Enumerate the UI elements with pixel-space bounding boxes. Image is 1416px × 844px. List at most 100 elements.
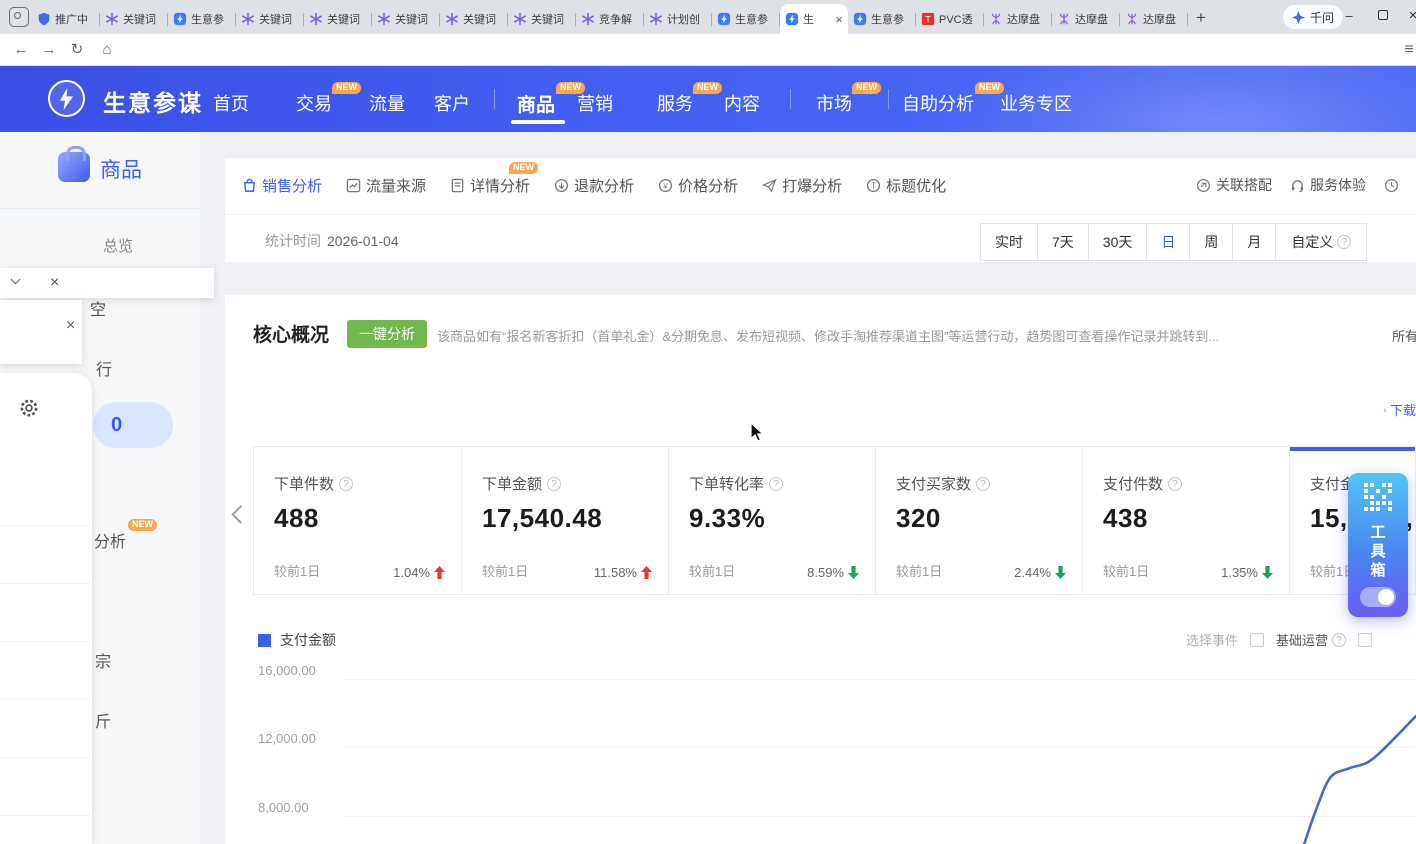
browser-tab[interactable]: 关键词: [304, 5, 372, 33]
browser-tab-active[interactable]: 生×: [780, 4, 848, 34]
nav-item-product[interactable]: 商品: [517, 90, 555, 117]
browser-tab[interactable]: 生意参: [168, 5, 236, 33]
range-30d[interactable]: 30天: [1088, 223, 1148, 261]
nav-item-marketing[interactable]: 营销: [577, 90, 613, 116]
event-checkbox[interactable]: [1358, 633, 1372, 647]
browser-tab[interactable]: TPVC透: [916, 5, 984, 33]
sidebar-item-fragment[interactable]: 空: [90, 296, 106, 320]
browser-tab[interactable]: 关键词: [508, 5, 576, 33]
app-nav: 生意参谋 首页 交易 NEW 流量 客户 商品 NEW 营销 服务 NEW 内容…: [0, 66, 1416, 132]
stat-date: 2026-01-04: [327, 233, 399, 249]
nav-item-traffic[interactable]: 流量: [369, 90, 405, 116]
link-related-match[interactable]: 关联搭配: [1196, 175, 1272, 195]
window-maximize-button[interactable]: [1368, 0, 1398, 34]
metric-card-order-amount[interactable]: 下单金额? 17,540.48 较前1日 11.58%: [461, 447, 668, 594]
range-7d[interactable]: 7天: [1037, 223, 1089, 261]
browser-tab[interactable]: 关键词: [440, 5, 508, 33]
close-icon[interactable]: ×: [66, 318, 75, 334]
range-month[interactable]: 月: [1232, 223, 1276, 261]
overview-more-text[interactable]: 所有: [1392, 326, 1416, 345]
link-service-experience[interactable]: 服务体验: [1290, 175, 1366, 195]
payment-line-chart: [345, 660, 1416, 844]
metric-cards: 下单件数? 488 较前1日 1.04% 下单金额? 17,540.48 较前1…: [253, 446, 1416, 595]
toolbox-toggle[interactable]: [1360, 587, 1396, 607]
nav-item-customer[interactable]: 客户: [434, 90, 470, 116]
sidebar-item-fragment[interactable]: 宗: [95, 648, 111, 672]
help-icon: ?: [1332, 633, 1346, 647]
range-custom[interactable]: 自定义?: [1275, 223, 1367, 261]
new-badge: NEW: [332, 82, 361, 94]
new-badge: NEW: [128, 519, 157, 531]
y-tick: 12,000.00: [258, 731, 333, 746]
tab-search-icon[interactable]: [9, 7, 29, 27]
browser-tab[interactable]: 关键词: [372, 5, 440, 33]
sidebar-item-overview[interactable]: 总览: [103, 235, 133, 256]
snowflake-icon: [309, 12, 323, 26]
sidebar-item-fragment[interactable]: 斤: [95, 708, 111, 732]
tab-price-analysis[interactable]: ¥ 价格分析: [658, 175, 738, 196]
browser-tab[interactable]: 达摩盘: [1052, 5, 1120, 33]
brand-name[interactable]: 生意参谋: [103, 84, 203, 118]
tab-close-icon[interactable]: ×: [835, 13, 843, 26]
tab-title-optimize[interactable]: T 标题优化: [866, 175, 946, 196]
tab-detail-analysis[interactable]: 详情分析 NEW: [450, 175, 530, 196]
download-link[interactable]: 下载: [1383, 400, 1416, 419]
browser-menu-icon[interactable]: ≡: [1398, 39, 1416, 61]
nav-item-content[interactable]: 内容: [724, 90, 760, 116]
sidebar-item-selected[interactable]: 0: [93, 402, 173, 448]
browser-tab[interactable]: 关键词: [236, 5, 304, 33]
browser-tab[interactable]: 生意参: [848, 5, 916, 33]
toolbox-widget[interactable]: 工 具 箱: [1348, 473, 1408, 617]
browser-tab[interactable]: 达摩盘: [984, 5, 1052, 33]
nav-item-self-analysis[interactable]: 自助分析: [902, 90, 974, 116]
browser-tab[interactable]: 推广中: [32, 5, 100, 33]
snowflake-icon: [445, 12, 459, 26]
metric-card-order-cvr[interactable]: 下单转化率? 9.33% 较前1日 8.59%: [668, 447, 875, 594]
sidebar-item-fragment[interactable]: 分析: [94, 528, 126, 552]
help-icon: ?: [1168, 477, 1182, 491]
nav-item-business-zone[interactable]: 业务专区: [1000, 90, 1072, 116]
browser-tab[interactable]: 达摩盘: [1120, 5, 1188, 33]
nav-item-service[interactable]: 服务: [657, 90, 693, 116]
browser-tab-strip: 推广中 关键词 生意参 关键词 关键词 关键词 关键词 关键词 竞争解 计划创 …: [0, 0, 1416, 34]
nav-item-trade[interactable]: 交易: [296, 90, 332, 116]
range-realtime[interactable]: 实时: [980, 223, 1038, 261]
close-icon[interactable]: ×: [50, 275, 59, 291]
browser-tab[interactable]: 生意参: [712, 5, 780, 33]
document-icon: [450, 178, 465, 193]
forward-button[interactable]: →: [38, 39, 60, 61]
nav-item-market[interactable]: 市场: [816, 90, 852, 116]
metric-card-pay-buyers[interactable]: 支付买家数? 320 较前1日 2.44%: [875, 447, 1082, 594]
back-button[interactable]: ←: [10, 39, 32, 61]
metric-card-order-items[interactable]: 下单件数? 488 较前1日 1.04%: [254, 447, 461, 594]
chart-legend[interactable]: 支付金额: [258, 630, 336, 650]
new-tab-button[interactable]: +: [1188, 6, 1214, 32]
tab-refund-analysis[interactable]: 退款分析: [554, 175, 634, 196]
clipped-icon[interactable]: [1384, 178, 1399, 193]
one-key-analyze-button[interactable]: 一键分析: [347, 320, 427, 348]
chevron-down-icon[interactable]: [11, 275, 21, 285]
reload-button[interactable]: ↻: [66, 39, 88, 61]
gear-icon[interactable]: [18, 397, 40, 419]
svg-text:¥: ¥: [663, 181, 668, 190]
tab-traffic-source[interactable]: 流量来源: [346, 175, 426, 196]
window-minimize-button[interactable]: –: [1334, 0, 1364, 34]
range-day[interactable]: 日: [1146, 223, 1190, 261]
section-title: 核心概况: [253, 320, 329, 347]
range-week[interactable]: 周: [1189, 223, 1233, 261]
tab-sales-analysis[interactable]: 销售分析: [242, 175, 322, 196]
window-close-button[interactable]: ×: [1398, 0, 1416, 34]
browser-tab[interactable]: 计划创: [644, 5, 712, 33]
event-checkbox[interactable]: [1250, 633, 1264, 647]
event-options: 选择事件 基础运营?: [1186, 630, 1372, 649]
browser-tab[interactable]: 竞争解: [576, 5, 644, 33]
tab-breakout-analysis[interactable]: 打爆分析: [762, 175, 842, 196]
screen: 推广中 关键词 生意参 关键词 关键词 关键词 关键词 关键词 竞争解 计划创 …: [0, 0, 1416, 844]
browser-tab[interactable]: 关键词: [100, 5, 168, 33]
sidebar-item-fragment[interactable]: 行: [96, 356, 112, 380]
nav-item-home[interactable]: 首页: [213, 90, 249, 116]
home-button[interactable]: ⌂: [96, 39, 118, 61]
metric-card-pay-items[interactable]: 支付件数? 438 较前1日 1.35%: [1082, 447, 1289, 594]
overlay-panel-mid: ×: [0, 300, 82, 364]
sycm-logo[interactable]: [48, 80, 85, 117]
